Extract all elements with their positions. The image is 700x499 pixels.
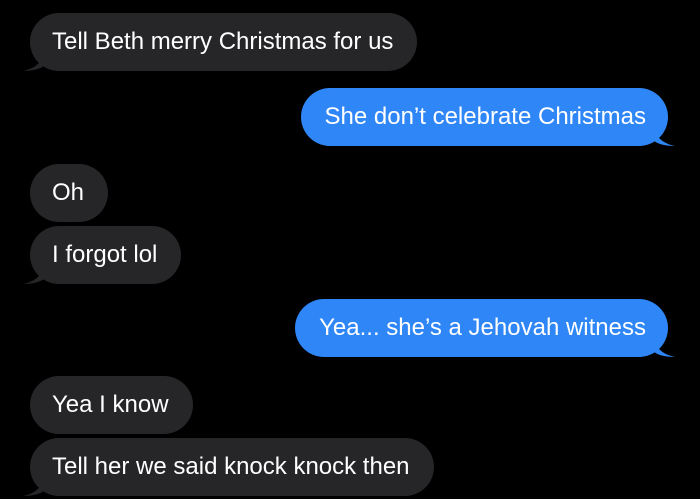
message-bubble-received[interactable]: Yea I know: [30, 376, 193, 434]
bubble-tail: [23, 474, 45, 496]
message-bubble-received[interactable]: I forgot lol: [23, 226, 182, 284]
bubble-tail: [653, 335, 675, 357]
bubble-tail: [23, 49, 45, 71]
message-bubble-received[interactable]: Tell her we said knock knock then: [23, 438, 434, 496]
message-bubble-received[interactable]: Oh: [30, 164, 109, 222]
message-thread: Tell Beth merry Christmas for us She don…: [0, 0, 700, 499]
message-text: Tell Beth merry Christmas for us: [52, 28, 394, 55]
message-text: Tell her we said knock knock then: [52, 453, 410, 480]
bubble-tail: [23, 262, 45, 284]
message-text: Yea I know: [52, 391, 169, 418]
bubble-tail: [653, 124, 675, 146]
message-bubble-sent[interactable]: Yea... she’s a Jehovah witness: [295, 299, 675, 357]
message-text: I forgot lol: [52, 241, 158, 268]
message-text: Yea... she’s a Jehovah witness: [319, 314, 646, 341]
message-text: She don’t celebrate Christmas: [324, 103, 647, 130]
message-bubble-sent[interactable]: She don’t celebrate Christmas: [300, 88, 675, 146]
message-text: Oh: [52, 179, 85, 206]
message-bubble-received[interactable]: Tell Beth merry Christmas for us: [23, 13, 418, 71]
